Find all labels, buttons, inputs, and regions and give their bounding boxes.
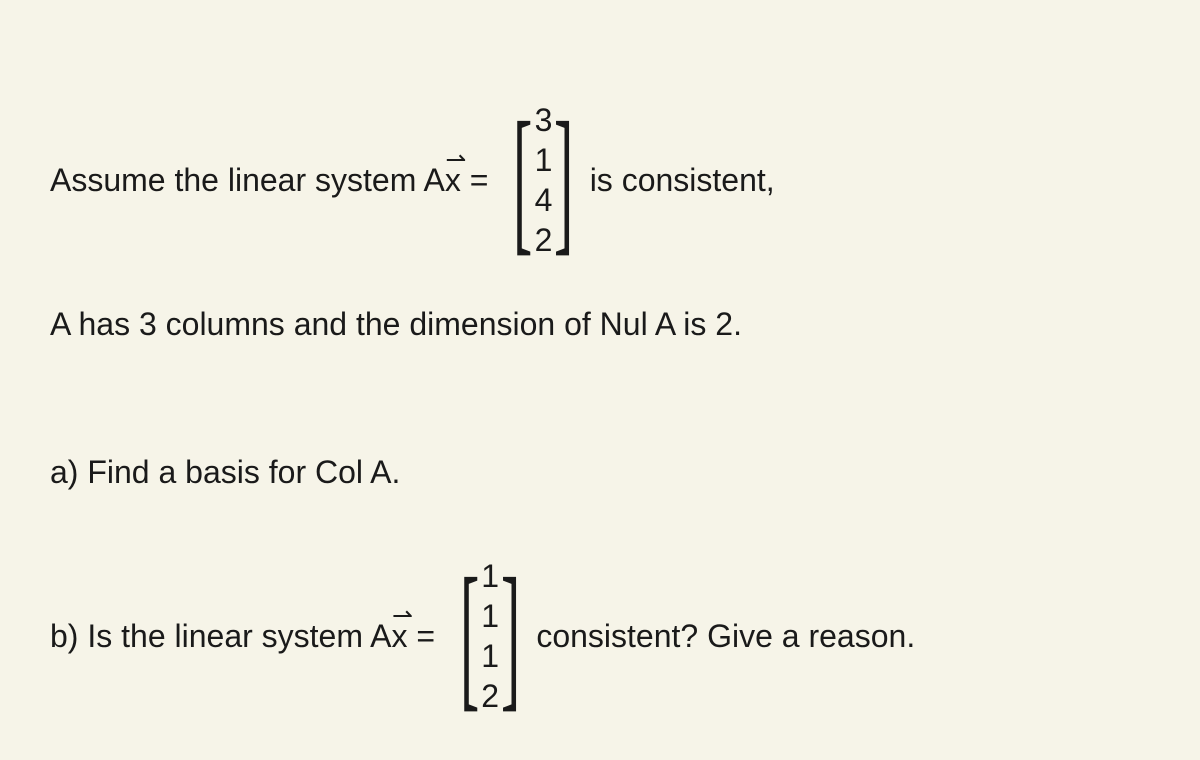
vector2-entry-4: 2 — [481, 676, 499, 716]
vector2-entry-1: 1 — [481, 556, 499, 596]
part-b-text2: consistent? Give a reason. — [536, 612, 915, 660]
vector1-entry-3: 4 — [535, 180, 553, 220]
left-bracket-icon: [ — [513, 107, 532, 253]
preamble-text1: Assume the linear system A — [50, 156, 445, 204]
column-vector-2: [ 1 1 1 2 ] — [448, 546, 532, 726]
vector1-entry-1: 3 — [535, 100, 553, 140]
part-a-text: a) Find a basis for Col A. — [50, 448, 400, 496]
vector-x-symbol-b: ⇀ x — [391, 612, 407, 660]
vector2-entry-2: 1 — [481, 596, 499, 636]
vector2-entries: 1 1 1 2 — [481, 556, 499, 716]
arrow-icon: ⇀ — [445, 142, 465, 179]
column-vector-1: [ 3 1 4 2 ] — [501, 90, 585, 270]
part-b-line: b) Is the linear system A ⇀ x = [ 1 1 1 … — [50, 546, 1150, 726]
arrow-icon-b: ⇀ — [392, 598, 412, 635]
right-bracket-icon: ] — [554, 107, 573, 253]
equals-sign: = — [461, 156, 497, 204]
equals-sign-b: = — [407, 612, 443, 660]
conditions-text: A has 3 columns and the dimension of Nul… — [50, 300, 742, 348]
preamble-text2: is consistent, — [590, 156, 775, 204]
vector1-entries: 3 1 4 2 — [535, 100, 553, 260]
vector1-entry-2: 1 — [535, 140, 553, 180]
right-bracket-icon-b: ] — [501, 563, 520, 709]
vector1-entry-4: 2 — [535, 220, 553, 260]
part-b-text1: b) Is the linear system A — [50, 612, 391, 660]
preamble-line: Assume the linear system A ⇀ x = [ 3 1 4… — [50, 90, 1150, 270]
vector2-entry-3: 1 — [481, 636, 499, 676]
vector-x-symbol: ⇀ x — [445, 156, 461, 204]
left-bracket-icon-b: [ — [460, 563, 479, 709]
conditions-line: A has 3 columns and the dimension of Nul… — [50, 300, 1150, 348]
part-a-line: a) Find a basis for Col A. — [50, 448, 1150, 496]
